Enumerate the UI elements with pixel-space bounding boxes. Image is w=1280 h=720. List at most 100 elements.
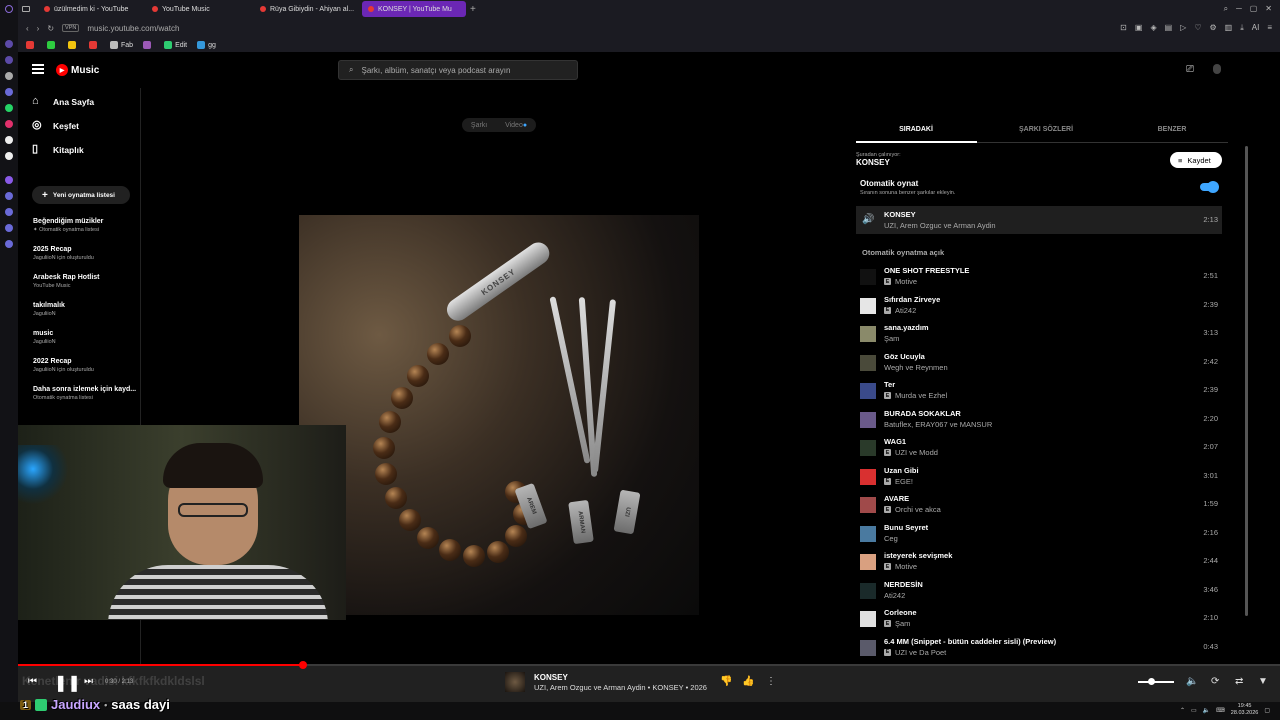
browser-tab-active[interactable]: KONSEY | YouTube Mu [362,1,466,17]
instagram-icon[interactable] [5,120,13,128]
video-toggle-option[interactable]: Video● [505,122,527,129]
sidebar-item-home[interactable]: ⌂ Ana Sayfa [32,96,94,107]
queue-row[interactable]: Sıfırdan Zirveye E Ati242 2:39 [856,293,1222,319]
shuffle-icon[interactable]: ⇄ [1235,676,1243,687]
volume-icon[interactable]: 🔈 [1186,676,1198,687]
browser-logo-icon[interactable] [5,5,13,13]
wallet-icon[interactable]: ▥ [1225,23,1233,33]
playlist-item[interactable]: Daha sonra izlemek için kayd... Otomatik… [33,386,136,401]
minimize-icon[interactable]: ─ [1236,4,1242,14]
queue-row[interactable]: NERDESİN Ati242 3:46 [856,578,1222,604]
settings-icon[interactable]: ⚙ [1209,23,1216,33]
extension-icon[interactable]: ▤ [1165,23,1173,33]
sidebar-item-explore[interactable]: ◎ Keşfet [32,120,79,131]
sidebar-app-icon[interactable] [5,40,13,48]
bookmark-gg[interactable]: gg [197,41,216,49]
like-icon[interactable]: 👍 [742,676,754,687]
tab-related[interactable]: BENZER [1112,126,1232,133]
queue-current-row[interactable]: 🔊 KONSEY UZI, Arem Ozguc ve Arman Aydin … [856,206,1222,234]
new-tab-icon[interactable]: + [470,4,476,15]
queue-row[interactable]: Corleone E Şam 2:10 [856,606,1222,632]
menu-icon[interactable]: ≡ [1267,23,1272,33]
notification-icon[interactable]: ▢ [1264,707,1270,714]
browser-tab[interactable]: YouTube Music [146,1,250,17]
dislike-icon[interactable]: 👎 [720,676,732,687]
back-icon[interactable]: ‹ [26,24,29,33]
tab-up-next[interactable]: SIRADAKİ [856,126,976,133]
url-field[interactable]: music.youtube.com/watch [87,24,179,33]
ai-button[interactable]: AI [1252,23,1260,33]
language-icon[interactable]: ⌨ [1216,707,1225,714]
queue-scrollbar[interactable] [1245,146,1248,616]
browser-tab[interactable]: üzülmedim ki - YouTube [38,1,142,17]
sidebar-app-icon[interactable] [5,56,13,64]
playlist-item[interactable]: music JaguliioN [33,330,56,345]
search-input[interactable]: ⌕ Şarkı, albüm, sanatçı veya podcast ara… [338,60,578,80]
bookmark-fab[interactable]: Fab [110,41,133,49]
now-playing-thumbnail[interactable] [505,672,525,692]
x-icon[interactable] [5,152,13,160]
now-playing-title[interactable]: KONSEY [534,673,568,682]
whatsapp-icon[interactable] [5,104,13,112]
queue-row[interactable]: sana.yazdım Şam 3:13 [856,321,1222,347]
playlist-item[interactable]: Beğendiğim müzikler ✦ Otomatik oynatma l… [33,218,103,233]
network-icon[interactable]: ▭ [1191,707,1197,714]
download-icon[interactable]: ⤓ [1240,23,1244,33]
queue-row[interactable]: isteyerek sevişmek E Motive 2:44 [856,549,1222,575]
sidebar-app-icon[interactable] [5,192,13,200]
volume-knob[interactable] [1148,678,1155,685]
progress-knob[interactable] [299,661,307,669]
playlist-item[interactable]: 2025 Recap JaguliioN için oluşturuldu [33,246,94,261]
screenshot-icon[interactable]: ▣ [1135,23,1143,33]
playlist-item[interactable]: takılmalık JaguliioN [33,302,65,317]
heart-icon[interactable]: ♡ [1194,23,1201,33]
tiktok-icon[interactable] [5,136,13,144]
shield-icon[interactable]: ◈ [1150,23,1156,33]
new-playlist-button[interactable]: + Yeni oynatma listesi [32,186,130,204]
queue-row[interactable]: Uzan Gibi E EGE! 3:01 [856,464,1222,490]
expand-icon[interactable]: ▼ [1258,676,1268,687]
queue-row[interactable]: AVARE E Orchi ve akca 1:59 [856,492,1222,518]
play-icon[interactable]: ▷ [1180,23,1186,33]
close-icon[interactable]: ✕ [1265,4,1272,14]
save-queue-button[interactable]: ≡ Kaydet [1170,152,1222,168]
queue-row[interactable]: ONE SHOT FREESTYLE E Motive 2:51 [856,264,1222,290]
sidebar-app-icon[interactable] [5,88,13,96]
hamburger-menu-icon[interactable] [32,64,44,74]
tab-lyrics[interactable]: ŞARKI SÖZLERİ [986,126,1106,133]
reload-icon[interactable]: ↻ [47,24,54,33]
bookmark-kick-icon[interactable] [47,41,55,49]
bookmark-icon[interactable]: ⊡ [1120,23,1127,33]
playlist-item[interactable]: Arabesk Rap Hotlist YouTube Music [33,274,100,289]
now-playing-subtitle[interactable]: UZI, Arem Ozguc ve Arman Aydin • KONSEY … [534,683,707,692]
repeat-icon[interactable]: ⟳ [1211,676,1219,687]
queue-row[interactable]: Ter E Murda ve Ezhel 2:39 [856,378,1222,404]
sidebar-item-library[interactable]: ▯ Kitaplık [32,144,84,155]
cast-icon[interactable]: ⎚ [1186,64,1194,75]
queue-row[interactable]: Bunu Seyret Ceg 2:16 [856,521,1222,547]
bookmark-youtube-icon[interactable] [26,41,34,49]
more-options-icon[interactable]: ⋮ [766,676,776,687]
sidebar-app-icon[interactable] [5,224,13,232]
volume-icon[interactable]: 🔈 [1203,707,1210,714]
bookmark-app-icon[interactable] [89,41,97,49]
browser-tab[interactable]: Rüya Gibiydin - Ahiyan al... [254,1,358,17]
queue-row[interactable]: WAG1 E UZI ve Modd 2:07 [856,435,1222,461]
tab-overview-icon[interactable] [22,6,30,12]
maximize-icon[interactable]: ▢ [1250,4,1258,14]
forward-icon[interactable]: › [37,24,40,33]
clock[interactable]: 19:45 28.03.2026 [1231,703,1259,717]
song-toggle-option[interactable]: Şarkı [471,122,487,129]
sidebar-app-icon[interactable] [5,240,13,248]
bookmark-twitch-icon[interactable] [143,41,152,49]
ytm-logo[interactable]: ▶ Music [56,64,99,76]
queue-row[interactable]: 6.4 MM (Snippet - bütün caddeler sisli) … [856,635,1222,661]
search-icon[interactable]: ⌕ [1224,4,1228,14]
vpn-badge[interactable]: VPN [62,24,80,32]
bookmark-edit[interactable]: Edit [164,41,187,49]
tray-chevron-icon[interactable]: ⌃ [1180,707,1185,714]
queue-row[interactable]: BURADA SOKAKLAR Batuflex, ERAY067 ve MANS… [856,407,1222,433]
avatar[interactable] [1213,64,1221,74]
queue-row[interactable]: Göz Ucuyla Wegh ve Reynmen 2:42 [856,350,1222,376]
sidebar-app-icon[interactable] [5,72,13,80]
